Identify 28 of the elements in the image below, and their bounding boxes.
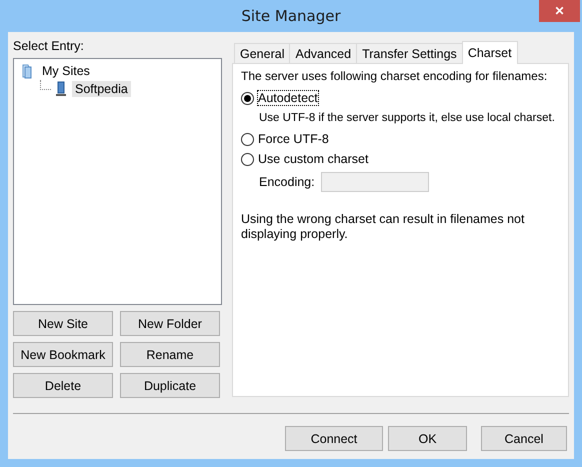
action-button[interactable]: Duplicate <box>120 373 220 398</box>
intro-text: The server uses following charset encoding for filenames: <box>241 69 548 85</box>
dialog-button[interactable]: Connect <box>285 426 383 451</box>
radio-label[interactable]: Autodetect <box>257 90 319 106</box>
radio-button[interactable] <box>241 92 254 104</box>
tab[interactable]: General <box>234 43 290 63</box>
dialog-button[interactable]: OK <box>388 426 467 451</box>
option-description: Use UTF-8 if the server supports it, else use local charset. <box>259 111 555 126</box>
tree-item[interactable]: Softpedia <box>72 80 131 97</box>
select-entry-label: Select Entry: <box>13 38 85 55</box>
dialog-button[interactable]: Cancel <box>481 426 567 451</box>
window-title: Site Manager <box>241 7 341 25</box>
radio-button[interactable] <box>241 152 254 166</box>
radio-label[interactable]: Use custom charset <box>257 151 370 167</box>
server-icon <box>53 80 69 97</box>
warning-text: Using the wrong charset can result in filenames not displaying properly. <box>241 212 526 242</box>
action-button[interactable]: New Bookmark <box>13 342 113 367</box>
action-button[interactable]: New Site <box>13 311 113 336</box>
tree-item[interactable]: My Sites <box>39 62 93 79</box>
encoding-label: Encoding: <box>259 175 315 189</box>
tab[interactable]: Charset <box>462 41 518 64</box>
radio-label[interactable]: Force UTF-8 <box>257 131 330 147</box>
tab[interactable]: Transfer Settings <box>356 43 463 63</box>
action-button[interactable]: Rename <box>120 342 220 367</box>
radio-button[interactable] <box>241 132 254 146</box>
close-button[interactable]: ✕ <box>539 0 580 22</box>
action-button[interactable]: New Folder <box>120 311 220 336</box>
action-button[interactable]: Delete <box>13 373 113 398</box>
